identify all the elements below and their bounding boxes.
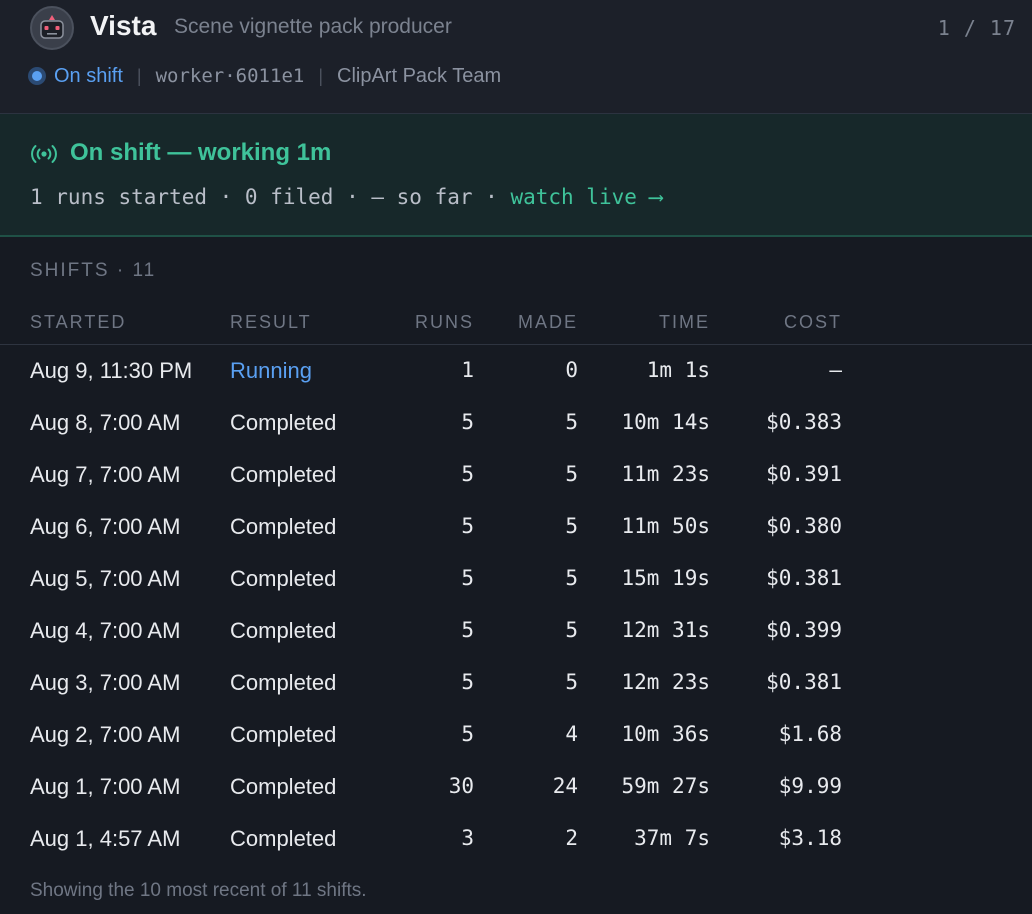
cell-cost: $0.381 [766, 670, 842, 694]
cell-cost: $0.380 [766, 514, 842, 538]
robot-avatar-icon [30, 6, 74, 50]
broadcast-icon [31, 145, 57, 163]
divider: | [318, 65, 324, 86]
cell-cost: $9.99 [778, 774, 842, 798]
on-shift-banner: On shift — working 1m 1 runs started · 0… [0, 114, 1032, 237]
cell-cost: $0.399 [766, 618, 842, 642]
page-subtitle: Scene vignette pack producer [174, 15, 452, 38]
worker-header: Vista Scene vignette pack producer 1 / 1… [0, 0, 1032, 114]
cell-runs: 5 [461, 410, 474, 434]
cell-result: Completed [230, 670, 337, 695]
banner-title: On shift — working 1m [70, 139, 332, 166]
cell-result: Completed [230, 462, 337, 487]
shifts-section-label: SHIFTS · 11 [30, 260, 157, 281]
cell-runs: 1 [461, 358, 474, 382]
table-row[interactable]: Aug 8, 7:00 AM Completed 5 5 10m 14s $0.… [0, 397, 1032, 449]
status-label: On shift [54, 64, 123, 87]
watch-live-link[interactable]: watch live ⟶ [510, 185, 662, 209]
cell-result: Completed [230, 826, 337, 851]
cell-result: Completed [230, 774, 337, 799]
worker-id: worker·6011e1 [155, 65, 305, 87]
pager-count: 1 / 17 [937, 16, 1016, 40]
cell-made: 0 [565, 358, 578, 382]
cell-started: Aug 8, 7:00 AM [30, 410, 181, 435]
table-row[interactable]: Aug 3, 7:00 AM Completed 5 5 12m 23s $0.… [0, 657, 1032, 709]
page-title: Vista [90, 10, 157, 41]
cell-result: Completed [230, 514, 337, 539]
column-header-runs: RUNS [414, 312, 474, 332]
cell-made: 4 [565, 722, 578, 746]
cell-cost: — [829, 358, 842, 382]
cell-made: 24 [552, 774, 578, 798]
table-body: Aug 9, 11:30 PM Running 1 0 1m 1s — Aug … [0, 345, 1032, 865]
team-name[interactable]: ClipArt Pack Team [337, 65, 501, 88]
banner-summary: 1 runs started · 0 filed · — so far · wa… [30, 185, 662, 209]
table-row[interactable]: Aug 5, 7:00 AM Completed 5 5 15m 19s $0.… [0, 553, 1032, 605]
cell-started: Aug 4, 7:00 AM [30, 618, 181, 643]
cell-time: 10m 36s [621, 722, 710, 746]
cell-runs: 5 [461, 618, 474, 642]
column-header-cost: COST [783, 312, 842, 332]
table-row[interactable]: Aug 1, 7:00 AM Completed 30 24 59m 27s $… [0, 761, 1032, 813]
cell-time: 12m 31s [621, 618, 710, 642]
cell-cost: $0.391 [766, 462, 842, 486]
shifts-footer-note: Showing the 10 most recent of 11 shifts. [30, 880, 367, 901]
table-row[interactable]: Aug 1, 4:57 AM Completed 3 2 37m 7s $3.1… [0, 813, 1032, 865]
cell-started: Aug 1, 4:57 AM [30, 826, 181, 851]
cell-cost: $0.383 [766, 410, 842, 434]
cell-started: Aug 5, 7:00 AM [30, 566, 181, 591]
cell-time: 1m 1s [646, 358, 710, 382]
cell-result: Completed [230, 566, 337, 591]
cell-time: 11m 50s [621, 514, 710, 538]
cell-made: 2 [565, 826, 578, 850]
table-row[interactable]: Aug 7, 7:00 AM Completed 5 5 11m 23s $0.… [0, 449, 1032, 501]
cell-started: Aug 6, 7:00 AM [30, 514, 181, 539]
column-header-time: TIME [659, 312, 710, 332]
cell-time: 12m 23s [621, 670, 710, 694]
cell-result: Running [230, 358, 312, 383]
column-header-made: MADE [517, 312, 578, 332]
cell-started: Aug 2, 7:00 AM [30, 722, 181, 747]
column-header-result: RESULT [230, 312, 312, 332]
cell-result: Completed [230, 410, 337, 435]
cell-runs: 5 [461, 514, 474, 538]
cell-made: 5 [565, 514, 578, 538]
cell-time: 15m 19s [621, 566, 710, 590]
cell-runs: 30 [448, 774, 474, 798]
worker-meta: On shift | worker·6011e1 | ClipArt Pack … [28, 63, 501, 89]
cell-runs: 5 [461, 670, 474, 694]
cell-made: 5 [565, 566, 578, 590]
divider: | [136, 65, 142, 86]
cell-time: 10m 14s [621, 410, 710, 434]
cell-runs: 5 [461, 462, 474, 486]
table-row[interactable]: Aug 2, 7:00 AM Completed 5 4 10m 36s $1.… [0, 709, 1032, 761]
cell-time: 11m 23s [621, 462, 710, 486]
table-row[interactable]: Aug 9, 11:30 PM Running 1 0 1m 1s — [0, 345, 1032, 397]
table-row[interactable]: Aug 4, 7:00 AM Completed 5 5 12m 31s $0.… [0, 605, 1032, 657]
cell-cost: $1.68 [778, 722, 842, 746]
cell-made: 5 [565, 462, 578, 486]
cell-result: Completed [230, 618, 337, 643]
cell-runs: 3 [461, 826, 474, 850]
status-dot-icon [28, 67, 46, 85]
cell-started: Aug 9, 11:30 PM [30, 358, 193, 383]
cell-time: 37m 7s [634, 826, 710, 850]
cell-cost: $3.18 [778, 826, 842, 850]
cell-made: 5 [565, 670, 578, 694]
cell-started: Aug 3, 7:00 AM [30, 670, 181, 695]
shifts-table: STARTED RESULT RUNS MADE TIME COST Aug 9… [0, 300, 1032, 865]
cell-started: Aug 1, 7:00 AM [30, 774, 181, 799]
cell-made: 5 [565, 410, 578, 434]
cell-result: Completed [230, 722, 337, 747]
cell-made: 5 [565, 618, 578, 642]
cell-runs: 5 [461, 722, 474, 746]
table-row[interactable]: Aug 6, 7:00 AM Completed 5 5 11m 50s $0.… [0, 501, 1032, 553]
table-header: STARTED RESULT RUNS MADE TIME COST [0, 300, 1032, 345]
column-header-started: STARTED [30, 312, 127, 332]
run-summary: 1 runs started · 0 filed · — so far · [30, 185, 511, 209]
cell-started: Aug 7, 7:00 AM [30, 462, 181, 487]
cell-time: 59m 27s [621, 774, 710, 798]
cell-runs: 5 [461, 566, 474, 590]
cell-cost: $0.381 [766, 566, 842, 590]
